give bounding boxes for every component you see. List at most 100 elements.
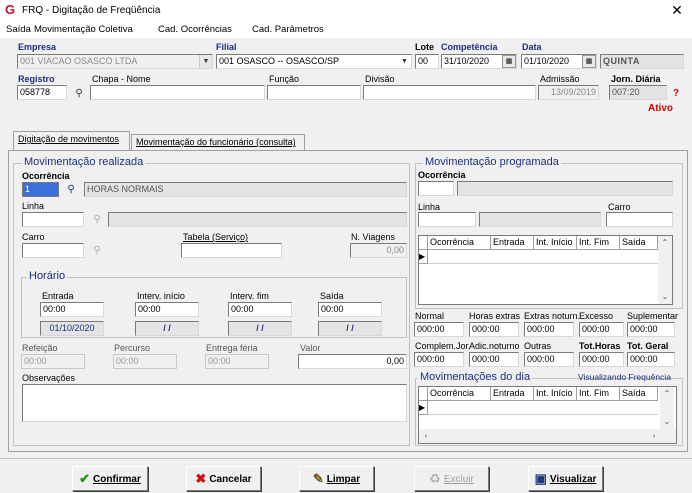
competencia-label: Competência xyxy=(441,42,498,52)
chevron-down-icon[interactable]: ▼ xyxy=(398,55,411,68)
title-bar: G FRQ - Digitação de Freqüência ✕ xyxy=(0,0,692,22)
tabela-field[interactable] xyxy=(181,243,282,258)
total-adic-noturno: 000:00 xyxy=(469,352,519,367)
scroll-right-icon[interactable]: › xyxy=(647,429,661,443)
scroll-up-icon[interactable]: ⌃ xyxy=(658,236,672,250)
binoculars-icon[interactable]: ⚲ xyxy=(62,182,80,197)
admissao-field: 13/09/2019 xyxy=(538,85,599,100)
chapa-nome-label: Chapa - Nome xyxy=(92,74,151,84)
total-excesso: 000:00 xyxy=(579,322,624,337)
table-row[interactable] xyxy=(428,401,658,415)
grid-indicator-header xyxy=(419,236,428,250)
funcao-field[interactable] xyxy=(267,85,361,100)
grid-header[interactable]: Saída xyxy=(620,236,658,250)
row-pointer-icon: ▶ xyxy=(419,250,428,264)
scroll-left-icon[interactable]: ‹ xyxy=(419,429,433,443)
binoculars-icon[interactable]: ⚲ xyxy=(88,212,106,227)
ocorrencia-label: Ocorrência xyxy=(22,171,70,181)
tab-digitacao[interactable]: Digitação de movimentos xyxy=(13,131,130,150)
total-normal: 000:00 xyxy=(414,322,464,337)
excluir-button[interactable]: ♻ Excluir xyxy=(414,466,489,491)
programada-grid[interactable]: Ocorrência Entrada Int. Início Int. Fim … xyxy=(418,235,673,305)
tabela-label: Tabela (Serviço) xyxy=(183,232,249,242)
binoculars-icon[interactable]: ⚲ xyxy=(70,86,88,101)
saida-label: Saída xyxy=(320,291,344,301)
filial-select[interactable]: 001 OSASCO -- OSASCO/SP xyxy=(216,54,412,69)
linha-label: Linha xyxy=(22,201,45,211)
menu-movimentacao-coletiva[interactable]: Movimentação Coletiva xyxy=(34,24,133,35)
carro-label: Carro xyxy=(22,232,45,242)
registro-field[interactable]: 058778 xyxy=(17,85,67,100)
viagens-field[interactable]: 0,00 xyxy=(350,243,407,258)
close-button[interactable]: ✕ xyxy=(668,2,686,18)
menu-cad-ocorrencias[interactable]: Cad. Ocorrências xyxy=(158,24,232,35)
help-button[interactable]: ? xyxy=(673,88,679,99)
chapa-nome-field[interactable] xyxy=(90,85,265,100)
interv-inicio-field[interactable]: 00:00 xyxy=(135,302,199,317)
prog-ocorrencia-label: Ocorrência xyxy=(418,170,466,180)
total-extras-noturn: 000:00 xyxy=(524,322,574,337)
table-row[interactable] xyxy=(428,250,658,264)
valor-field[interactable]: 0,00 xyxy=(298,354,407,369)
cancelar-button[interactable]: ✖ Cancelar xyxy=(186,466,261,491)
refeicao-label: Refeição xyxy=(22,343,58,353)
weekday-field: QUINTA xyxy=(600,54,684,69)
prog-linha-field[interactable] xyxy=(418,212,476,227)
chevron-down-icon[interactable]: ▼ xyxy=(199,55,212,68)
linha-field[interactable] xyxy=(22,212,84,227)
totais-label-adic-noturno: Adic.noturno xyxy=(469,341,520,351)
linha-desc-field xyxy=(108,212,407,227)
percurso-field[interactable]: 00:00 xyxy=(113,354,177,369)
divisao-label: Divisão xyxy=(365,74,395,84)
entrega-feria-field[interactable]: 00:00 xyxy=(205,354,269,369)
dia-grid[interactable]: Ocorrência Entrada Int. Início Int. Fim … xyxy=(418,386,677,444)
lote-field[interactable]: 00 xyxy=(415,54,439,69)
jornada-field: 007:20 xyxy=(609,85,667,100)
total-complem: 000:00 xyxy=(414,352,464,367)
grid-header[interactable]: Int. Início xyxy=(534,236,577,250)
grid-header[interactable]: Entrada xyxy=(491,387,534,401)
total-tot-horas: 000:00 xyxy=(579,352,624,367)
grid-header[interactable]: Int. Fim xyxy=(577,236,620,250)
binoculars-icon[interactable]: ⚲ xyxy=(88,243,106,258)
prog-ocorrencia-field[interactable] xyxy=(418,181,454,196)
tab-consulta[interactable]: Movimentação do funcionário (consulta) xyxy=(131,134,305,150)
menu-cad-parametros[interactable]: Cad. Parâmetros xyxy=(252,24,324,35)
scroll-down-icon[interactable]: ⌄ xyxy=(660,415,674,429)
scroll-down-icon[interactable]: ⌄ xyxy=(658,290,672,304)
ocorrencia-code-field[interactable]: 1 xyxy=(22,182,59,197)
vertical-scrollbar[interactable]: ⌃ ⌄ xyxy=(658,236,672,304)
grid-header[interactable]: Entrada xyxy=(491,236,534,250)
scroll-up-icon[interactable]: ⌃ xyxy=(660,387,674,401)
grid-header[interactable]: Ocorrência xyxy=(428,236,491,250)
total-tot-geral: 000:00 xyxy=(627,352,675,367)
totais-label-tot-geral: Tot. Geral xyxy=(627,341,669,351)
totais-label-complem: Complem.Jor. xyxy=(415,341,471,351)
menu-saida[interactable]: Saída xyxy=(6,24,31,35)
confirmar-button[interactable]: ✔ Confirmar xyxy=(72,466,148,491)
empresa-select[interactable]: 001 VIACAO OSASCO LTDA xyxy=(17,54,213,69)
prog-linha-label: Linha xyxy=(418,202,441,212)
vertical-scrollbar[interactable]: ⌃ ⌄ xyxy=(660,387,674,429)
divisao-field[interactable] xyxy=(363,85,536,100)
observacoes-textarea[interactable] xyxy=(22,384,407,422)
limpar-button[interactable]: ✎ Limpar xyxy=(299,466,374,491)
grid-header[interactable]: Int. Fim xyxy=(577,387,620,401)
visualizar-button[interactable]: ▣ Visualizar xyxy=(528,466,603,491)
carro-field[interactable] xyxy=(22,243,84,258)
calendar-icon[interactable]: ▦ xyxy=(582,55,596,68)
prog-carro-field[interactable] xyxy=(606,212,673,227)
grid-header[interactable]: Saída xyxy=(620,387,658,401)
total-suplementar: 000:00 xyxy=(627,322,675,337)
horizontal-scrollbar[interactable]: ‹ › xyxy=(419,429,676,443)
totais-label-excesso: Excesso xyxy=(579,311,614,321)
saida-field[interactable]: 00:00 xyxy=(318,302,382,317)
calendar-icon[interactable]: ▦ xyxy=(502,55,516,68)
interv-fim-field[interactable]: 00:00 xyxy=(228,302,292,317)
entrada-field[interactable]: 00:00 xyxy=(40,302,104,317)
grid-header[interactable]: Ocorrência xyxy=(428,387,491,401)
visualizando-frequencia-link[interactable]: Visualizando Frequência xyxy=(578,372,671,382)
refeicao-field[interactable]: 00:00 xyxy=(21,354,85,369)
grid-header[interactable]: Int. Início xyxy=(534,387,577,401)
interv-fim-label: Interv. fim xyxy=(230,291,269,301)
